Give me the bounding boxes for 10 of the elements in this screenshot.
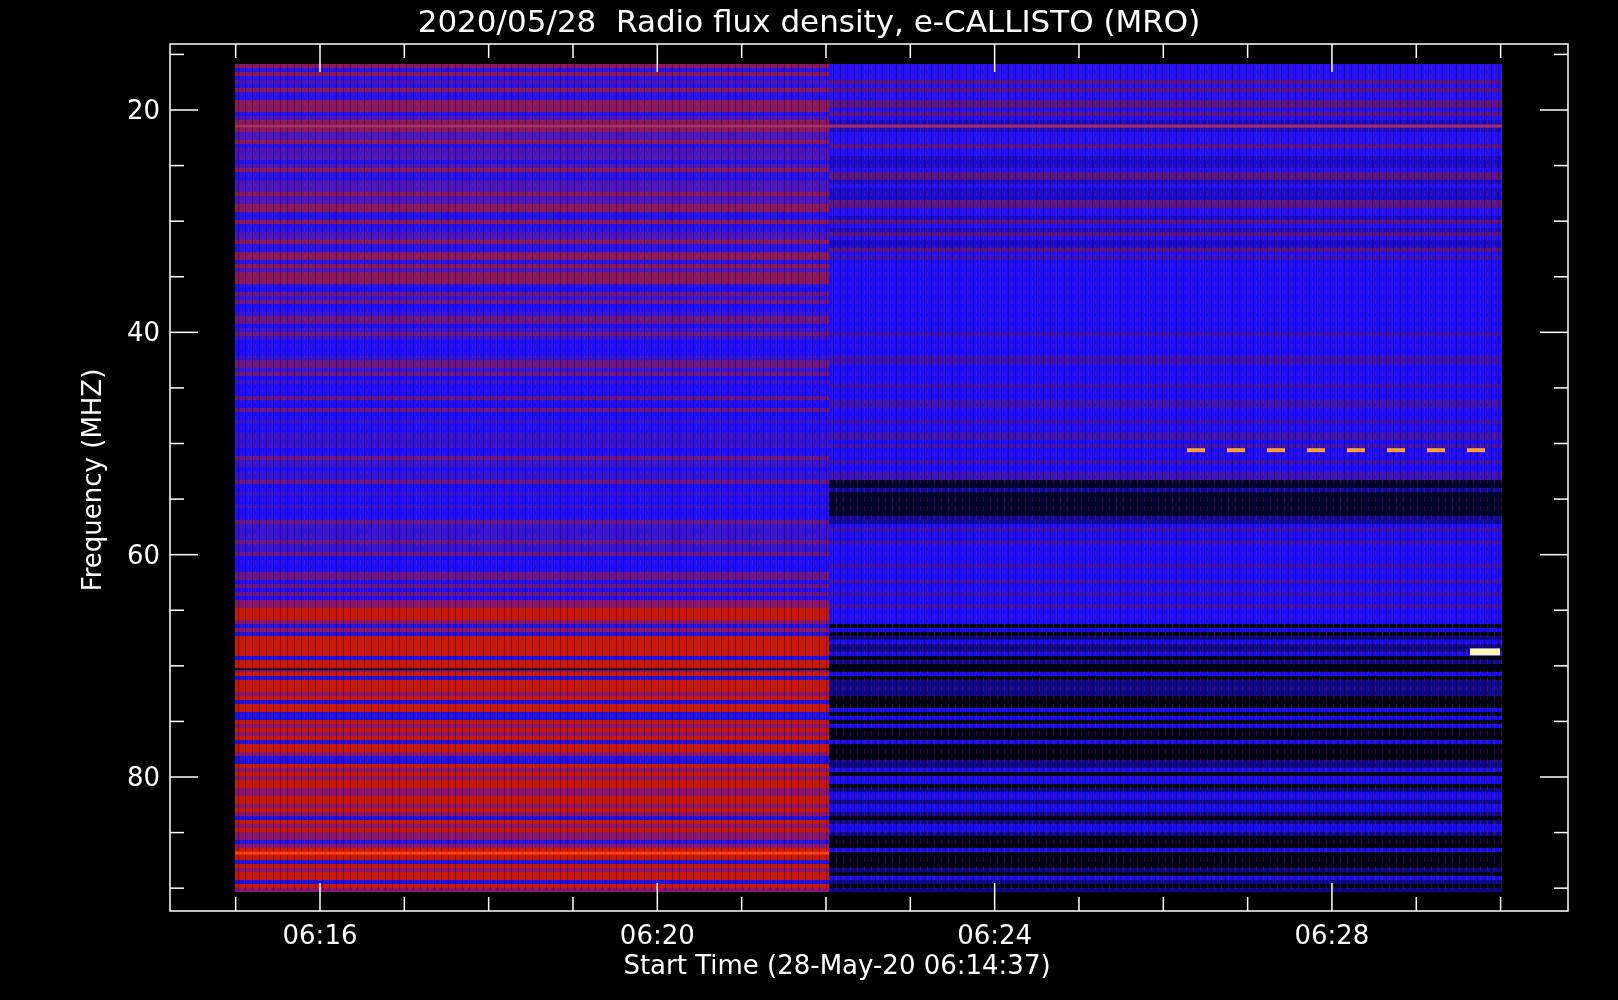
y-axis-label: Frequency (MHZ) bbox=[77, 367, 107, 594]
x-tick-label: 06:16 bbox=[281, 920, 359, 950]
x-tick-label: 06:24 bbox=[956, 920, 1034, 950]
x-tick-label: 06:28 bbox=[1293, 920, 1371, 950]
x-tick-label: 06:20 bbox=[618, 920, 696, 950]
y-tick-label: 40 bbox=[125, 317, 160, 348]
y-tick-label: 20 bbox=[125, 95, 160, 125]
y-tick-label: 80 bbox=[125, 762, 160, 792]
x-axis-label: Start Time (28-May-20 06:14:37) bbox=[622, 950, 1052, 980]
chart-title: 2020/05/28 Radio flux density, e-CALLISTO (MRO) bbox=[416, 2, 1202, 41]
